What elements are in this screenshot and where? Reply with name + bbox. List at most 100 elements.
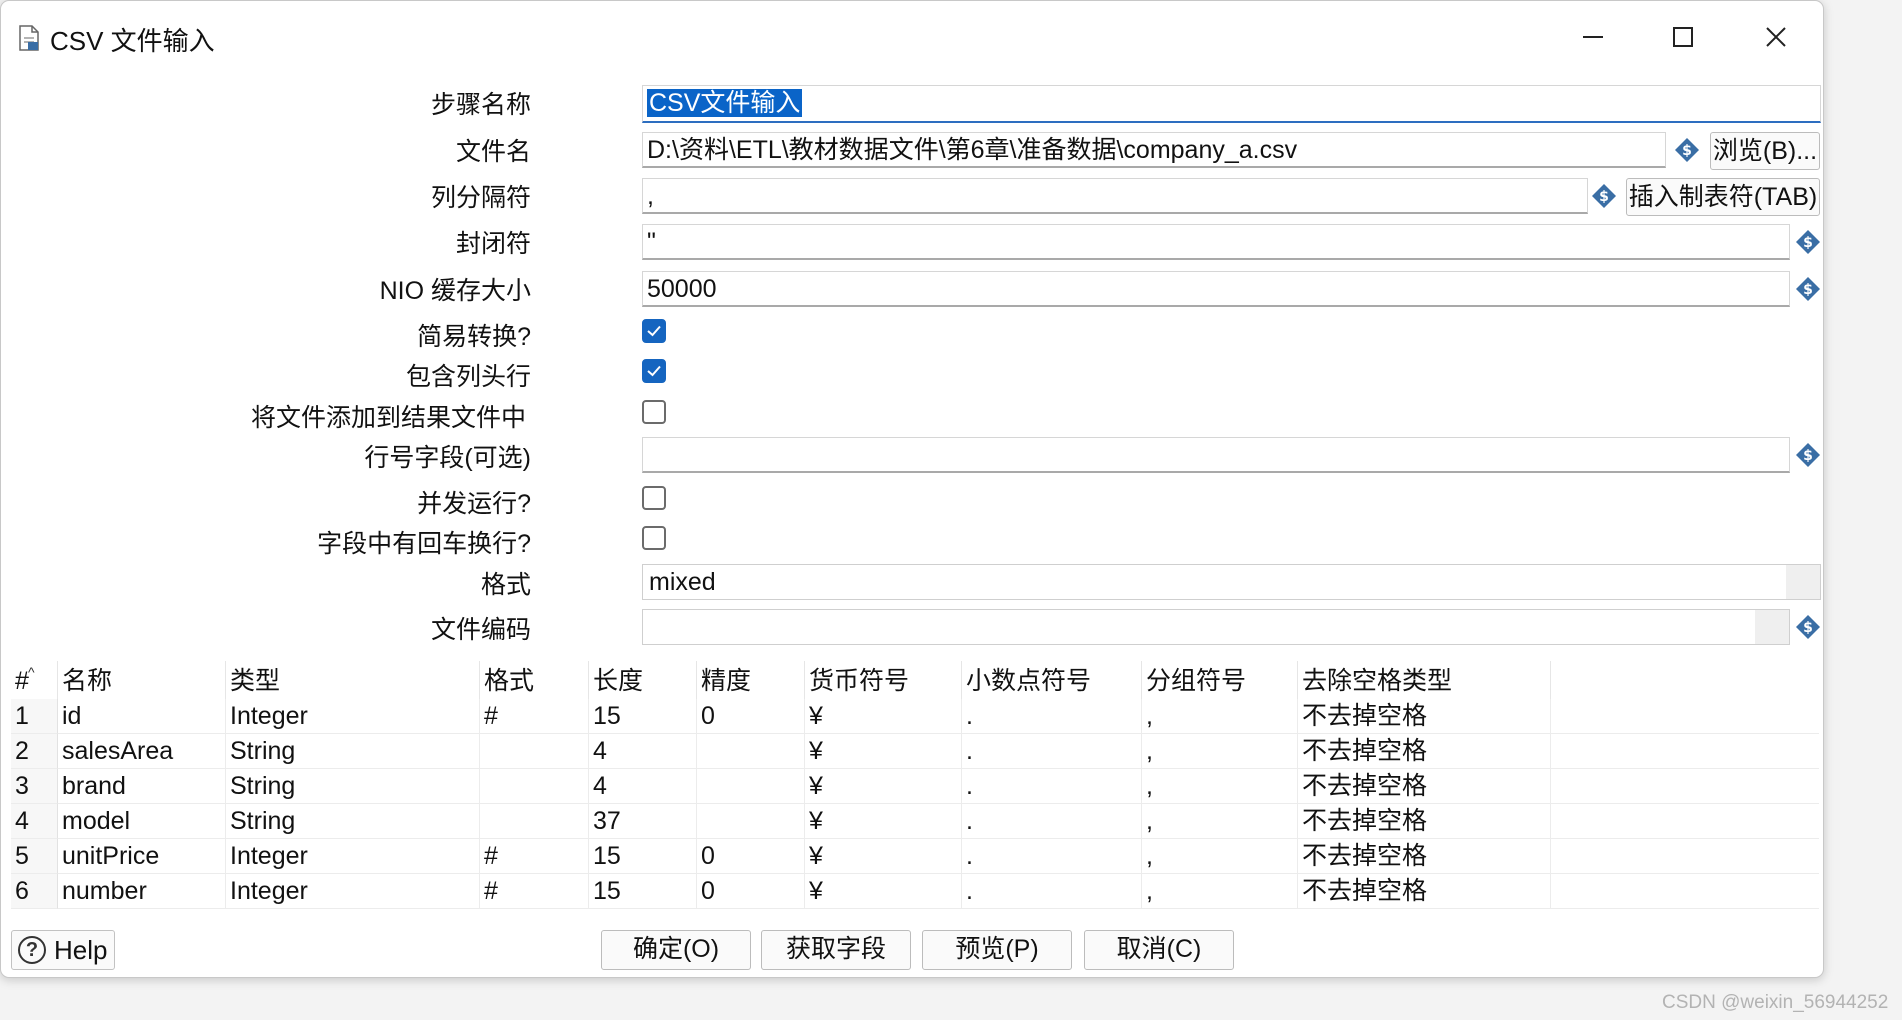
add-to-result-checkbox[interactable] <box>642 400 666 424</box>
cell-format[interactable]: # <box>480 839 589 874</box>
cell-currency[interactable]: ¥ <box>805 734 962 769</box>
insert-tab-button[interactable]: 插入制表符(TAB) <box>1626 178 1820 216</box>
header-row-checkbox[interactable] <box>642 359 666 383</box>
cell-type[interactable]: String <box>226 769 480 804</box>
cell-group[interactable]: , <box>1142 839 1298 874</box>
help-button[interactable]: ? Help <box>11 930 115 970</box>
cell-trim-type[interactable]: 不去掉空格 <box>1298 769 1551 804</box>
encoding-dropdown-button[interactable] <box>1755 610 1789 644</box>
cell-decimal[interactable]: . <box>962 734 1142 769</box>
table-row[interactable]: 5 unitPrice Integer # 15 0 ¥ . , 不去掉空格 <box>11 839 1819 874</box>
column-header[interactable]: # <box>11 661 58 699</box>
cell-type[interactable]: Integer <box>226 874 480 909</box>
cell-length[interactable]: 15 <box>589 874 697 909</box>
cell-precision[interactable] <box>697 734 805 769</box>
table-row[interactable]: 6 number Integer # 15 0 ¥ . , 不去掉空格 <box>11 874 1819 909</box>
variable-icon[interactable]: $ <box>1795 229 1821 255</box>
cell-trim-type[interactable]: 不去掉空格 <box>1298 839 1551 874</box>
column-header[interactable]: 名称 <box>58 661 226 699</box>
ok-button[interactable]: 确定(O) <box>601 930 751 970</box>
cell-type[interactable]: String <box>226 804 480 839</box>
column-header[interactable]: 小数点符号 <box>962 661 1142 699</box>
cell-group[interactable]: , <box>1142 804 1298 839</box>
column-header[interactable]: 格式 <box>480 661 589 699</box>
cancel-button[interactable]: 取消(C) <box>1084 930 1234 970</box>
cell-decimal[interactable]: . <box>962 699 1142 734</box>
cell-length[interactable]: 4 <box>589 769 697 804</box>
cell-precision[interactable]: 0 <box>697 874 805 909</box>
nio-buffer-input[interactable]: 50000 <box>642 271 1790 307</box>
cell-currency[interactable]: ¥ <box>805 839 962 874</box>
cell-trim-type[interactable]: 不去掉空格 <box>1298 804 1551 839</box>
cell-currency[interactable]: ¥ <box>805 769 962 804</box>
table-row[interactable]: 4 model String 37 ¥ . , 不去掉空格 <box>11 804 1819 839</box>
parallel-checkbox[interactable] <box>642 486 666 510</box>
column-header[interactable]: 去除空格类型 <box>1298 661 1551 699</box>
variable-icon[interactable]: $ <box>1674 137 1700 163</box>
cell-format[interactable]: # <box>480 699 589 734</box>
cell-length[interactable]: 4 <box>589 734 697 769</box>
cell-length[interactable]: 15 <box>589 699 697 734</box>
cell-name[interactable]: salesArea <box>58 734 226 769</box>
cell-type[interactable]: Integer <box>226 839 480 874</box>
table-row[interactable]: 1 id Integer # 15 0 ¥ . , 不去掉空格 <box>11 699 1819 734</box>
variable-icon[interactable]: $ <box>1795 276 1821 302</box>
minimize-button[interactable] <box>1563 15 1623 61</box>
cell-decimal[interactable]: . <box>962 769 1142 804</box>
cell-name[interactable]: number <box>58 874 226 909</box>
maximize-button[interactable] <box>1653 15 1713 61</box>
variable-icon[interactable]: $ <box>1591 183 1617 209</box>
format-select[interactable]: mixed <box>642 564 1821 600</box>
cell-group[interactable]: , <box>1142 699 1298 734</box>
cell-decimal[interactable]: . <box>962 839 1142 874</box>
column-header[interactable]: 货币符号 <box>805 661 962 699</box>
filename-input[interactable]: D:\资料\ETL\教材数据文件\第6章\准备数据\company_a.csv <box>642 132 1666 168</box>
newline-in-field-checkbox[interactable] <box>642 526 666 550</box>
cell-name[interactable]: id <box>58 699 226 734</box>
cell-name[interactable]: model <box>58 804 226 839</box>
cell-format[interactable]: # <box>480 874 589 909</box>
column-header[interactable]: 分组符号 <box>1142 661 1298 699</box>
format-dropdown-button[interactable] <box>1786 565 1820 599</box>
cell-type[interactable]: String <box>226 734 480 769</box>
preview-button[interactable]: 预览(P) <box>922 930 1072 970</box>
cell-precision[interactable]: 0 <box>697 699 805 734</box>
cell-decimal[interactable]: . <box>962 804 1142 839</box>
cell-format[interactable] <box>480 734 589 769</box>
step-name-input[interactable]: CSV文件输入 <box>642 85 1821 123</box>
delimiter-input[interactable]: , <box>642 178 1588 214</box>
cell-name[interactable]: brand <box>58 769 226 804</box>
cell-precision[interactable] <box>697 804 805 839</box>
cell-group[interactable]: , <box>1142 734 1298 769</box>
variable-icon[interactable]: $ <box>1795 614 1821 640</box>
cell-currency[interactable]: ¥ <box>805 699 962 734</box>
cell-trim-type[interactable]: 不去掉空格 <box>1298 734 1551 769</box>
cell-group[interactable]: , <box>1142 874 1298 909</box>
enclosure-input[interactable]: " <box>642 224 1790 260</box>
get-fields-button[interactable]: 获取字段 <box>761 930 911 970</box>
table-row[interactable]: 2 salesArea String 4 ¥ . , 不去掉空格 <box>11 734 1819 769</box>
cell-precision[interactable]: 0 <box>697 839 805 874</box>
browse-button[interactable]: 浏览(B)... <box>1710 132 1820 170</box>
cell-length[interactable]: 15 <box>589 839 697 874</box>
lazy-conversion-checkbox[interactable] <box>642 319 666 343</box>
table-row[interactable]: 3 brand String 4 ¥ . , 不去掉空格 <box>11 769 1819 804</box>
close-button[interactable] <box>1746 15 1806 61</box>
cell-precision[interactable] <box>697 769 805 804</box>
cell-decimal[interactable]: . <box>962 874 1142 909</box>
cell-currency[interactable]: ¥ <box>805 874 962 909</box>
cell-type[interactable]: Integer <box>226 699 480 734</box>
column-header[interactable]: 长度 <box>589 661 697 699</box>
cell-length[interactable]: 37 <box>589 804 697 839</box>
rownum-field-input[interactable] <box>642 437 1790 473</box>
cell-name[interactable]: unitPrice <box>58 839 226 874</box>
cell-format[interactable] <box>480 769 589 804</box>
column-header[interactable]: 类型 <box>226 661 480 699</box>
cell-currency[interactable]: ¥ <box>805 804 962 839</box>
column-header[interactable]: 精度 <box>697 661 805 699</box>
encoding-select[interactable] <box>642 609 1790 645</box>
cell-group[interactable]: , <box>1142 769 1298 804</box>
cell-format[interactable] <box>480 804 589 839</box>
variable-icon[interactable]: $ <box>1795 442 1821 468</box>
cell-trim-type[interactable]: 不去掉空格 <box>1298 699 1551 734</box>
